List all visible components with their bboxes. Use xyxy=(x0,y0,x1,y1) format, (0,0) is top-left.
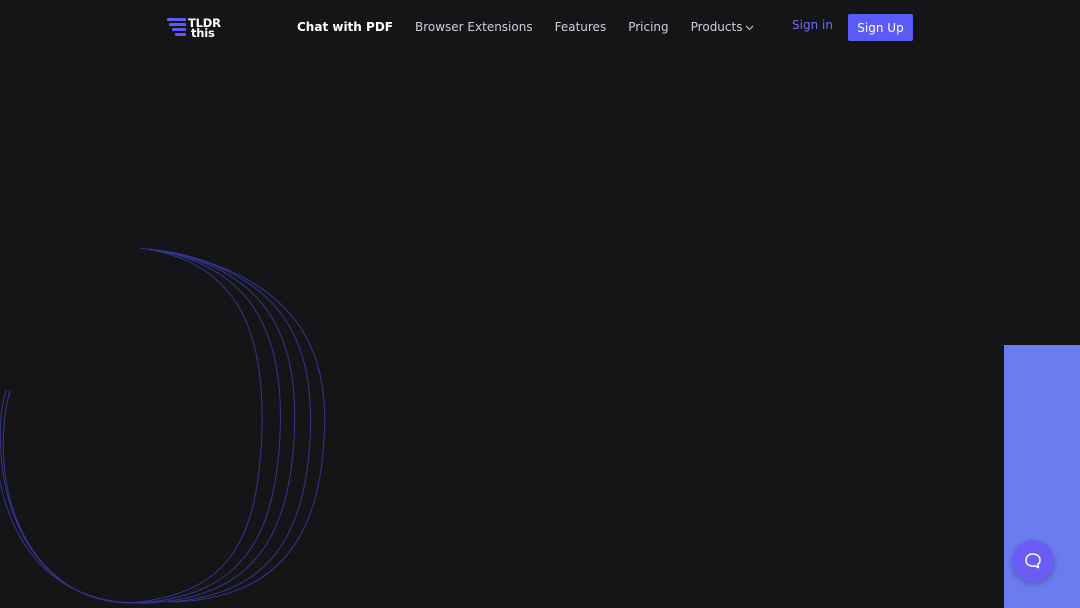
navbar: TLDR this Chat with PDF Browser Extensio… xyxy=(0,0,1080,54)
nav-item-browser-extensions[interactable]: Browser Extensions xyxy=(415,20,533,34)
main-nav: Chat with PDF Browser Extensions Feature… xyxy=(297,18,754,36)
nav-item-products[interactable]: Products xyxy=(691,20,755,34)
chat-bubble-icon xyxy=(1025,553,1041,569)
nav-item-pricing[interactable]: Pricing xyxy=(628,20,668,34)
page: TLDR this Chat with PDF Browser Extensio… xyxy=(0,0,1080,608)
sign-in-link[interactable]: Sign in xyxy=(792,18,833,32)
brand-wordmark: TLDR this xyxy=(188,17,221,40)
nav-item-chat-with-pdf[interactable]: Chat with PDF xyxy=(297,20,393,34)
chat-launcher-button[interactable] xyxy=(1012,540,1054,582)
brand-logo[interactable]: TLDR this xyxy=(167,16,227,40)
sign-up-button[interactable]: Sign Up xyxy=(848,14,913,41)
decorative-curves xyxy=(0,247,326,604)
stacked-lines-logo-icon xyxy=(167,18,186,36)
nav-item-products-label: Products xyxy=(690,20,743,34)
nav-item-features[interactable]: Features xyxy=(555,20,607,34)
chevron-down-icon xyxy=(746,25,754,31)
brand-name-line2: this xyxy=(191,26,215,40)
